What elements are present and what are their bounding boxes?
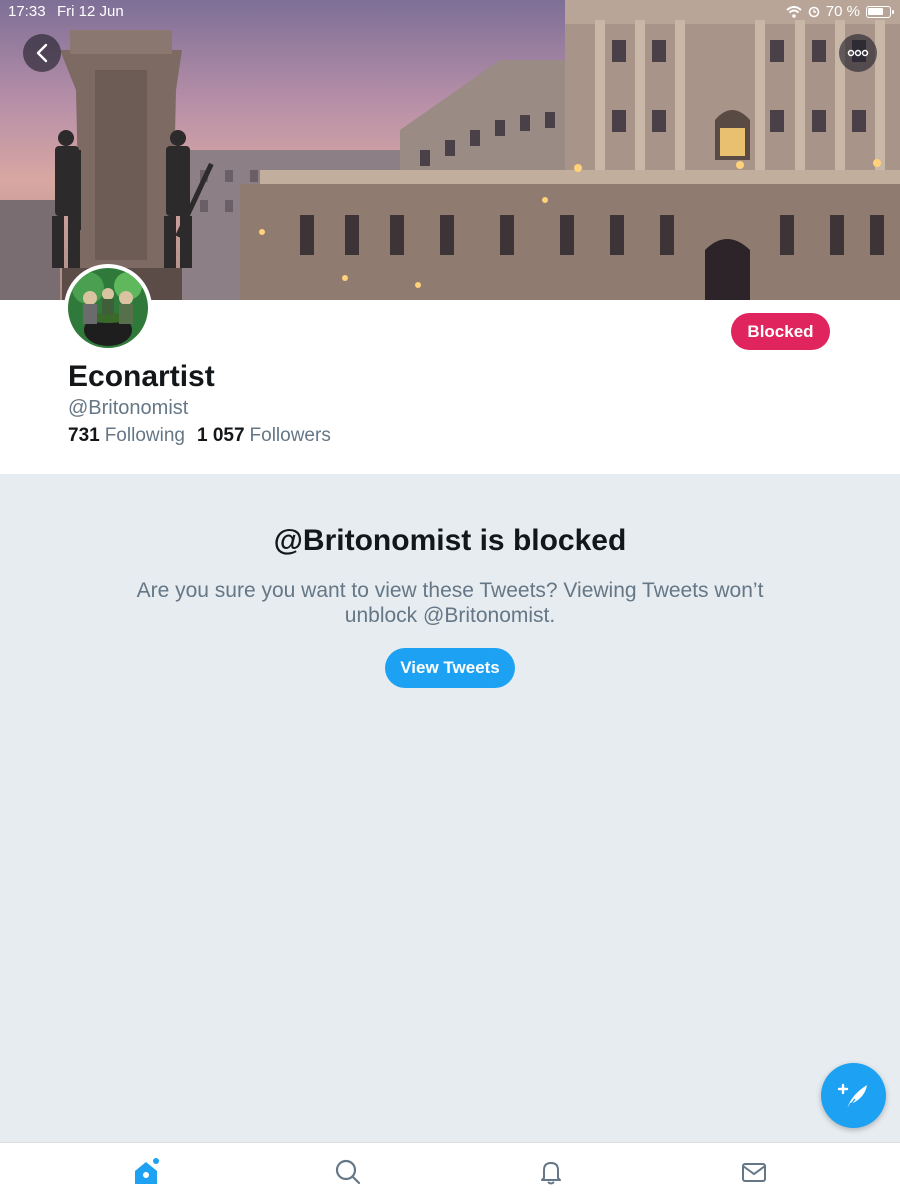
more-options-button[interactable] [839,34,877,72]
mail-icon [742,1163,766,1182]
tab-search[interactable] [333,1157,363,1187]
followers-link[interactable]: 1 057 Followers [197,425,331,447]
compose-tweet-button[interactable] [821,1063,886,1128]
status-icons: 70 % [786,3,894,20]
battery-icon [866,5,894,18]
profile-banner[interactable]: 17:33 Fri 12 Jun 70 % [0,0,900,300]
blocked-message: Are you sure you want to view these Twee… [136,579,764,627]
blocked-title: @Britonomist is blocked [273,524,627,557]
status-time: 17:33 [8,3,46,20]
battery-percent: 70 % [825,3,860,20]
compose-tweet-icon [837,1083,867,1109]
home-icon [135,1158,159,1184]
view-tweets-button[interactable]: View Tweets [385,648,515,688]
more-dots-icon [847,49,869,57]
back-button[interactable] [23,34,61,72]
following-count: 731 [68,425,100,446]
search-icon [335,1159,361,1185]
followers-label: Followers [249,425,331,446]
avatar[interactable] [64,264,152,352]
user-handle: @Britonomist [68,397,189,419]
follow-stats: 731 Following 1 057 Followers [68,425,331,447]
chevron-left-icon [36,43,48,63]
display-name: Econartist [68,360,215,393]
tab-notifications[interactable] [536,1157,566,1187]
tab-home[interactable] [131,1157,161,1187]
profile-screen: 17:33 Fri 12 Jun 70 % Blocked Econartist… [0,0,900,1200]
banner-image [0,0,900,300]
following-label: Following [104,425,185,446]
bell-icon [541,1162,561,1185]
bottom-tab-bar [0,1142,900,1200]
following-link[interactable]: 731 Following [68,425,185,447]
alarm-icon [808,6,820,18]
status-bar: 17:33 Fri 12 Jun 70 % [0,0,900,24]
tab-messages[interactable] [739,1157,769,1187]
avatar-image [68,268,148,348]
followers-count: 1 057 [196,425,245,446]
status-date: Fri 12 Jun [57,3,124,20]
wifi-icon [786,5,802,18]
blocked-button[interactable]: Blocked [731,313,830,350]
